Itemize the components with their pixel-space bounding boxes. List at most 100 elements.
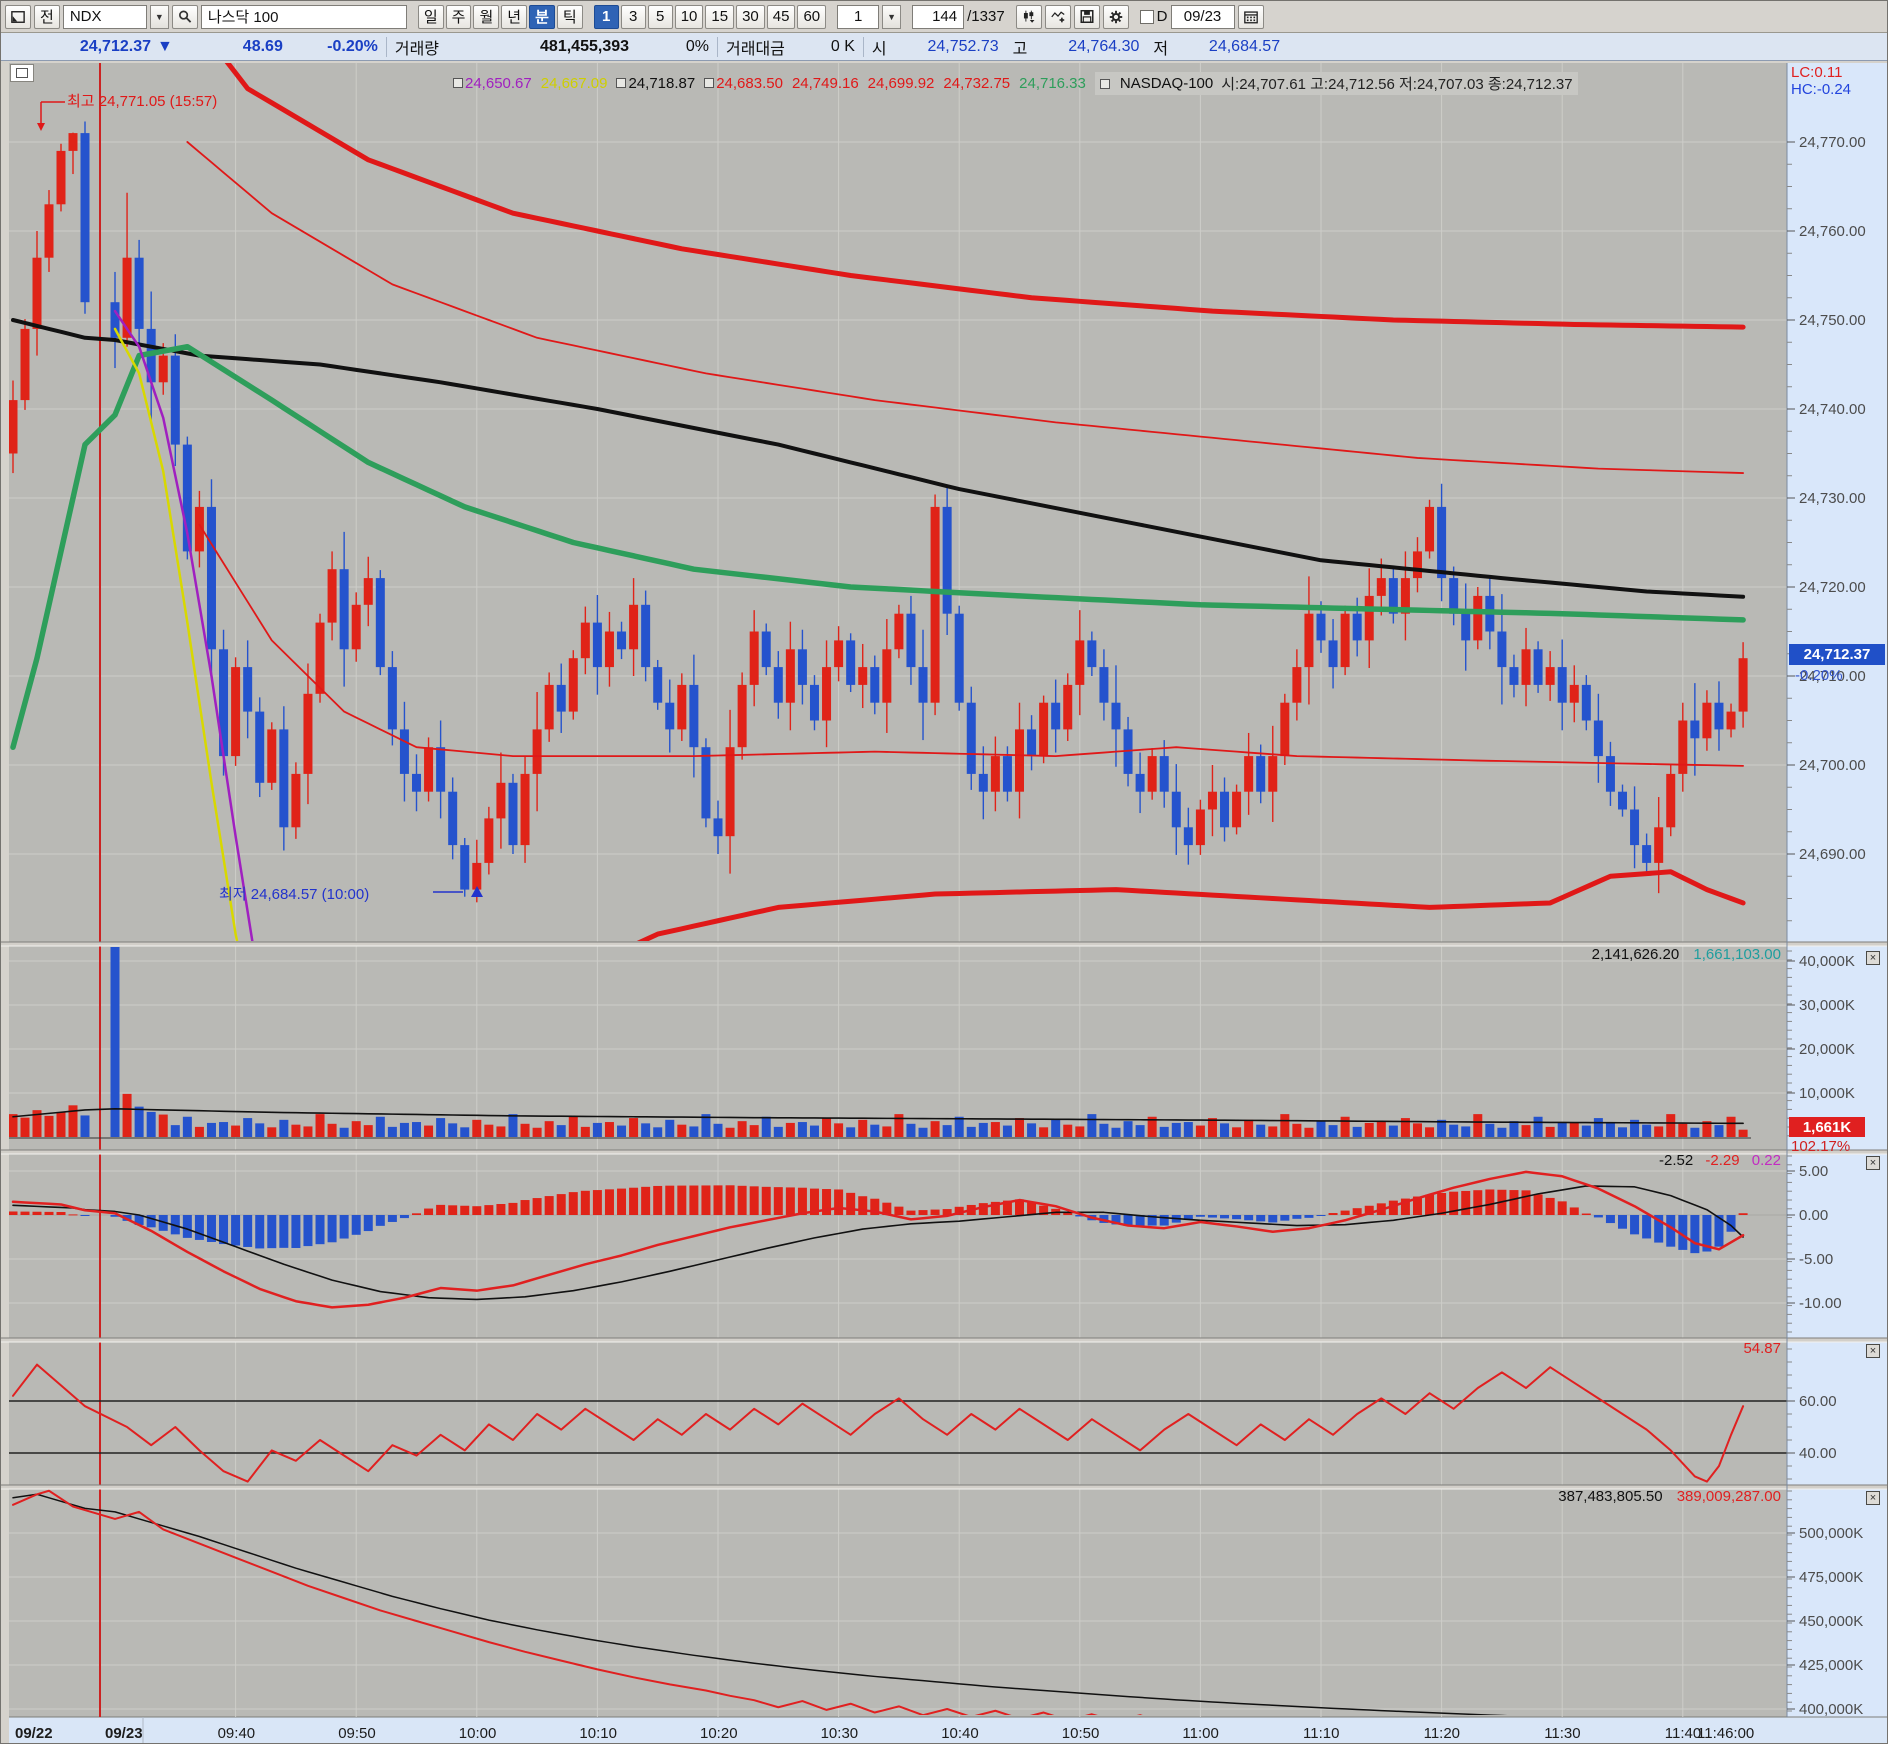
volume-header-current: 1,661,103.00 [1693, 946, 1781, 963]
line-chart-icon[interactable] [1044, 4, 1071, 29]
lc-value: LC:0.11 [1791, 64, 1843, 81]
time-label: 10:10 [579, 1725, 617, 1742]
legend-symbol-title: NASDAQ-100 [1119, 75, 1214, 92]
search-icon[interactable] [171, 4, 198, 29]
current-price-tag: 24,712.37 [1789, 644, 1885, 665]
stoch-pane-header: 54.87 [1743, 1340, 1781, 1357]
time-label: 10:50 [1062, 1725, 1100, 1742]
symbol-name-field[interactable]: 나스닥 100 [200, 4, 407, 29]
axis-tick-label: 24,740.00 [1799, 401, 1866, 418]
interval-button-0[interactable]: 1 [593, 4, 619, 29]
interval-button-4[interactable]: 15 [705, 4, 735, 29]
period-button-group: 일주월년분틱 [417, 4, 583, 29]
axis-tick-label: 24,720.00 [1799, 579, 1866, 596]
high-value: 24,764.30 [1068, 37, 1140, 55]
period-button-2[interactable]: 월 [473, 4, 500, 29]
period-button-3[interactable]: 년 [501, 4, 528, 29]
last-price: 24,712.37 [79, 37, 151, 55]
chart-corner-button[interactable] [10, 64, 34, 82]
volume-pane-header: 2,141,626.20 1,661,103.00 [1, 946, 1781, 963]
save-icon[interactable] [1073, 4, 1100, 29]
axis-tick-label: 500,000K [1799, 1525, 1863, 1542]
low-label: 저 [1153, 40, 1169, 58]
calendar-icon[interactable] [1237, 4, 1264, 29]
low-value: 24,684.57 [1208, 37, 1281, 55]
macd-pane-close-icon[interactable]: × [1866, 1156, 1880, 1170]
interval-button-5[interactable]: 30 [736, 4, 765, 29]
volume-value: 481,455,393 [540, 37, 630, 55]
axis-tick-label: 60.00 [1799, 1393, 1837, 1410]
axis-tick-label: 425,000K [1799, 1657, 1863, 1674]
daily-checkbox[interactable] [1139, 9, 1154, 24]
symbol-input[interactable]: NDX [62, 4, 147, 29]
time-label: 09/23 [105, 1725, 143, 1742]
legend-toggle-icon[interactable] [1099, 78, 1110, 89]
date-field[interactable]: 09/23 [1170, 4, 1235, 29]
amount-pane-header: 387,483,805.50 389,009,287.00 [1, 1488, 1781, 1505]
time-label: 10:00 [459, 1725, 497, 1742]
legend-toggle-icon[interactable] [704, 78, 715, 88]
daily-checkbox-label: D [1156, 8, 1168, 25]
period-button-0[interactable]: 일 [417, 4, 444, 29]
period-button-5[interactable]: 틱 [556, 4, 583, 29]
trading-app-window: 전 NDX ▼ 나스닥 100 일주월년분틱 1 3 5 10 15 30 45 60 1 ▼… [0, 0, 1888, 1744]
period-button-4[interactable]: 분 [529, 4, 555, 29]
time-label: 09/22 [15, 1725, 53, 1742]
chart-canvas[interactable]: 24,770.00 24,760.00 24,750.00 24,740.00 24,7… [1, 1, 1888, 1744]
high-label: 고 [1012, 40, 1028, 58]
legend-band-mid: 24,699.92 [867, 75, 935, 92]
macd-line-value: -2.29 [1705, 1152, 1740, 1169]
axis-tick-label: 450,000K [1799, 1613, 1863, 1630]
macd-signal-value: -2.52 [1659, 1152, 1694, 1169]
time-label: 10:30 [821, 1725, 859, 1742]
axis-tick-label: 10,000K [1799, 1085, 1855, 1102]
volume-pane-close-icon[interactable]: × [1866, 951, 1880, 965]
price-change-pct: -0.20% [327, 37, 378, 55]
quote-info-bar: 24,712.37 ▼ 48.69 -0.20% 거래량 481,455,393… [1, 33, 1887, 61]
amount-label: 거래대금 [726, 40, 785, 58]
macd-pane-header: -2.52 -2.29 0.22 [1, 1152, 1781, 1169]
panel-toggle-icon[interactable] [5, 4, 31, 29]
legend-toggle-icon[interactable] [453, 78, 463, 88]
time-label: 11:20 [1424, 1725, 1460, 1742]
symbol-dropdown-button[interactable]: ▼ [149, 4, 169, 29]
down-arrow-icon: ▼ [157, 37, 173, 55]
interval-button-6[interactable]: 45 [766, 4, 796, 29]
time-label: 11:10 [1303, 1725, 1339, 1742]
axis-tick-label: 24,730.00 [1799, 490, 1866, 507]
interval-select[interactable]: 1 [837, 4, 880, 29]
gear-icon[interactable] [1102, 4, 1129, 29]
legend-ma-yellow: 24,667.09 [540, 75, 608, 92]
current-volume-tag: 1,661K [1789, 1117, 1865, 1137]
current-volume-pct: 102.17% [1791, 1138, 1851, 1155]
amount-pane-close-icon[interactable]: × [1866, 1491, 1880, 1505]
interval-button-group: 1 3 5 10 15 30 45 60 [593, 4, 827, 29]
time-label: 10:40 [941, 1725, 979, 1742]
interval-button-7[interactable]: 60 [797, 4, 827, 29]
interval-button-3[interactable]: 10 [674, 4, 704, 29]
axis-tick-label: -5.00 [1799, 1251, 1833, 1268]
interval-button-2[interactable]: 5 [647, 4, 673, 29]
prev-symbol-button[interactable]: 전 [34, 4, 60, 29]
stoch-pane-close-icon[interactable]: × [1866, 1344, 1880, 1358]
axis-tick-label: 24,700.00 [1799, 757, 1866, 774]
open-label: 시 [871, 40, 887, 58]
axis-tick-label: 30,000K [1799, 997, 1855, 1014]
axis-tick-label: 475,000K [1799, 1569, 1863, 1586]
amount-value: 0 K [830, 37, 855, 55]
axis-tick-label: 24,750.00 [1799, 312, 1866, 329]
legend-toggle-icon[interactable] [616, 78, 627, 88]
open-value: 24,752.73 [927, 37, 999, 55]
axis-tick-label: -10.00 [1799, 1295, 1842, 1312]
hc-value: HC:-0.24 [1791, 81, 1852, 98]
legend-band-high: 24,749.16 [791, 75, 859, 92]
legend-ma-purple: 24,650.67 [465, 75, 532, 92]
time-label: 09:50 [338, 1725, 376, 1742]
period-button-1[interactable]: 주 [445, 4, 472, 29]
candle-chart-icon[interactable] [1015, 4, 1042, 29]
time-label: 09:40 [218, 1725, 256, 1742]
interval-button-1[interactable]: 3 [620, 4, 646, 29]
time-label: 11:40 [1665, 1725, 1701, 1742]
bar-count-field[interactable]: 144 [912, 4, 965, 29]
interval-dropdown-button[interactable]: ▼ [882, 4, 902, 29]
